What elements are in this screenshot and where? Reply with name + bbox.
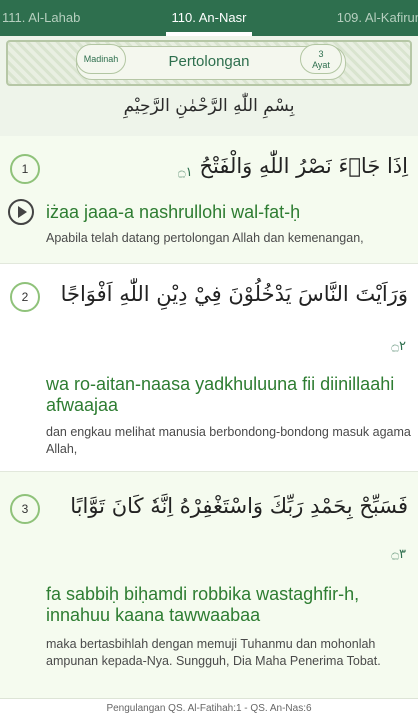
surah-tab-bar: 111. Al-Lahab 110. An-Nasr 109. Al-Kafir… — [0, 0, 418, 36]
verse-card-1[interactable]: 1 اِذَا جَاۤءَ نَصْرُ اللّٰهِ وَالْفَتْح… — [0, 136, 418, 263]
ayat-count-badge: 3 Ayat — [300, 44, 342, 74]
surah-title: Pertolongan — [168, 53, 250, 70]
verse-arabic: اِذَا جَاۤءَ نَصْرُ اللّٰهِ وَالْفَتْحُ — [199, 154, 408, 178]
verse-card-3[interactable]: 3 فَسَبِّحْ بِحَمْدِ رَبِّكَ وَاسْتَغْفِ… — [0, 472, 418, 698]
ayat-count: 3 — [318, 49, 324, 59]
verse-latin: fa sabbiḥ biḥamdi robbika wastaghfir-h, … — [46, 584, 360, 625]
verse-latin: iżaa jaaa-a nashrullohi wal-fat-ḥ — [46, 202, 301, 222]
ayah-end-mark: ۝٣ — [391, 546, 406, 561]
verse-latin: wa ro-aitan-naasa yadkhuluuna fii diinil… — [46, 374, 395, 415]
surah-header: Madinah Pertolongan 3 Ayat بِسْمِ اللّٰه… — [0, 36, 418, 136]
verse-number-circle: 3 — [10, 494, 40, 524]
verse-translation: maka bertasbihlah dengan memuji Tuhanmu … — [46, 637, 381, 668]
ayah-end-mark: ۝١ — [178, 164, 193, 179]
verse-card-2[interactable]: 2 وَرَاَيْتَ النَّاسَ يَدْخُلُوْنَ فِيْ … — [0, 264, 418, 471]
verse-translation: dan engkau melihat manusia berbondong-bo… — [46, 425, 411, 456]
ayah-end-mark: ۝٢ — [391, 338, 406, 353]
ayat-label: Ayat — [312, 60, 330, 70]
play-button[interactable] — [8, 199, 34, 225]
basmala: بِسْمِ اللّٰهِ الرَّحْمٰنِ الرَّحِيْمِ — [123, 96, 295, 116]
verse-arabic: وَرَاَيْتَ النَّاسَ يَدْخُلُوْنَ فِيْ دِ… — [60, 282, 408, 306]
play-icon — [18, 206, 27, 218]
repeat-range-footer[interactable]: Pengulangan QS. Al-Fatihah:1 - QS. An-Na… — [0, 698, 418, 720]
verse-number-circle: 1 — [10, 154, 40, 184]
verse-translation: Apabila telah datang pertolongan Allah d… — [46, 231, 364, 245]
verse-number-circle: 2 — [10, 282, 40, 312]
verse-arabic: فَسَبِّحْ بِحَمْدِ رَبِّكَ وَاسْتَغْفِرْ… — [70, 494, 408, 518]
tab-next-surah[interactable]: 109. Al-Kafirun — [337, 10, 418, 25]
